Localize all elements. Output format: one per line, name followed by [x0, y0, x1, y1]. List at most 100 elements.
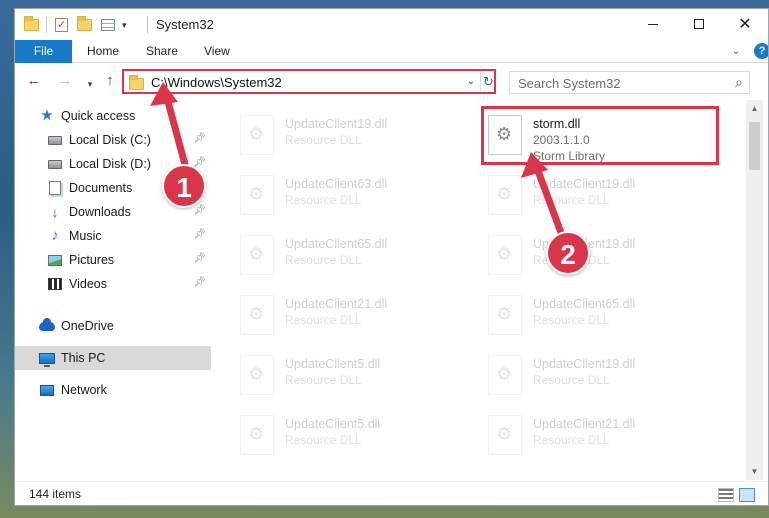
pin-icon: 📌︎ [193, 253, 206, 264]
pin-icon: 📌︎ [193, 277, 206, 288]
file-item[interactable]: UpdateClient19.dll Resource DLL [461, 168, 701, 224]
customize-toolbar-chevron-icon[interactable]: ▾ [122, 20, 127, 31]
pc-icon [39, 350, 55, 367]
file-type: Resource DLL [533, 433, 610, 447]
window-title: System32 [156, 17, 214, 32]
file-item[interactable]: UpdateClient63.dll Resource DLL [213, 168, 453, 224]
up-button[interactable]: ↑ [101, 73, 119, 89]
file-type: Resource DLL [533, 193, 610, 207]
sidebar-item-local-disk-c[interactable]: Local Disk (C:) 📌︎ [15, 128, 211, 152]
address-path[interactable]: C:\Windows\System32 [151, 75, 282, 90]
dll-file-icon [488, 175, 522, 215]
scroll-down-icon[interactable]: ▼ [746, 463, 763, 480]
documents-icon [47, 180, 63, 196]
tab-home[interactable]: Home [74, 40, 132, 63]
minimize-button[interactable] [630, 9, 676, 39]
dll-file-icon [240, 235, 274, 275]
refresh-icon[interactable]: ↻ [480, 72, 496, 91]
title-bar: ✓ ▾ System32 ✕ [15, 9, 768, 40]
file-name: UpdateClient19.dll [533, 177, 636, 191]
cloud-icon [39, 317, 55, 334]
dll-file-icon [488, 355, 522, 395]
sidebar-item-music[interactable]: ♪ Music 📌︎ [15, 224, 211, 248]
file-item[interactable]: UpdateClient5.dll Resource DLL [213, 348, 453, 404]
tiles-view-icon[interactable] [739, 488, 755, 502]
file-item[interactable]: UpdateClient65.dll Resource DLL [213, 228, 453, 284]
view-options-icon[interactable] [99, 17, 116, 33]
file-item[interactable]: UpdateClient65.dll Resource DLL [461, 288, 701, 344]
tab-share[interactable]: Share [133, 40, 191, 63]
expand-ribbon-chevron-icon[interactable]: ⌄ [730, 46, 742, 58]
minimize-icon [648, 23, 658, 25]
forward-button[interactable]: → [56, 73, 74, 89]
storm-dll-highlight-box [481, 106, 719, 165]
back-button[interactable]: ← [25, 73, 43, 89]
folder-icon [129, 75, 144, 90]
dll-file-icon [488, 295, 522, 335]
file-type: Resource DLL [285, 313, 362, 327]
scroll-thumb[interactable] [749, 122, 760, 170]
toolbar-divider [46, 17, 47, 33]
properties-check-icon[interactable]: ✓ [53, 17, 70, 33]
pin-icon: 📌︎ [193, 205, 206, 216]
search-input[interactable]: Search System32 ⌕ [509, 71, 750, 94]
help-icon[interactable]: ? [754, 43, 768, 59]
file-item[interactable]: UpdateClient5.dll Resource DLL [213, 408, 453, 464]
file-item[interactable]: UpdateClient19.dll Resource DLL [213, 108, 453, 164]
file-name: UpdateClient65.dll [533, 297, 636, 311]
sidebar-item-label: Network [61, 383, 107, 397]
sidebar-item-quick-access[interactable]: ★ Quick access [15, 104, 211, 128]
maximize-button[interactable] [676, 9, 722, 39]
sidebar-item-label: Local Disk (D:) [69, 157, 151, 171]
file-list: UpdateClient19.dll Resource DLL UpdateCl… [213, 100, 746, 480]
item-count: 144 items [29, 487, 82, 501]
file-name: UpdateClient19.dll [285, 117, 388, 131]
quick-access-toolbar: ✓ ▾ [23, 16, 133, 34]
sidebar-item-onedrive[interactable]: OneDrive [15, 314, 211, 338]
file-item[interactable]: UpdateClient21.dll Resource DLL [461, 408, 701, 464]
file-item[interactable]: UpdateClient21.dll Resource DLL [213, 288, 453, 344]
file-type: Resource DLL [285, 133, 362, 147]
sidebar-item-label: Downloads [69, 205, 131, 219]
pin-icon: 📌︎ [193, 133, 206, 144]
address-dropdown-chevron-icon[interactable]: ⌄ [464, 73, 478, 90]
file-name: UpdateClient65.dll [285, 237, 388, 251]
dll-file-icon [488, 235, 522, 275]
navigation-bar: ← → ▾ ↑ C:\Windows\System32 ⌄ ↻ Search S… [15, 64, 768, 99]
vertical-scrollbar[interactable]: ▲ ▼ [746, 100, 763, 480]
recent-locations-chevron-icon[interactable]: ▾ [81, 76, 99, 92]
file-type: Resource DLL [533, 373, 610, 387]
file-type: Resource DLL [533, 313, 610, 327]
network-icon [39, 382, 55, 398]
sidebar-item-videos[interactable]: Videos 📌︎ [15, 272, 211, 296]
file-type: Resource DLL [285, 253, 362, 267]
ribbon-tabs: File Home Share View ⌄ ? [15, 40, 768, 63]
search-placeholder: Search System32 [518, 76, 621, 91]
star-icon: ★ [40, 107, 54, 124]
sidebar-item-label: Music [69, 229, 102, 243]
file-name: UpdateClient21.dll [285, 297, 388, 311]
file-item[interactable]: UpdateClient19.dll Resource DLL [461, 348, 701, 404]
pictures-icon [47, 252, 63, 268]
file-type: Resource DLL [285, 193, 362, 207]
sidebar-item-network[interactable]: Network [15, 378, 211, 402]
pin-icon: 📌︎ [193, 229, 206, 240]
disk-icon [47, 156, 63, 172]
sidebar-item-this-pc[interactable]: This PC [15, 346, 211, 370]
navigation-pane: ★ Quick access Local Disk (C:) 📌︎ Local … [15, 100, 211, 480]
sidebar-item-pictures[interactable]: Pictures 📌︎ [15, 248, 211, 272]
file-type: Resource DLL [285, 373, 362, 387]
details-view-icon[interactable] [718, 488, 734, 502]
tab-file[interactable]: File [15, 40, 72, 63]
folder-icon[interactable] [23, 16, 40, 33]
sidebar-item-label: Local Disk (C:) [69, 133, 151, 147]
scroll-up-icon[interactable]: ▲ [746, 100, 763, 117]
close-button[interactable]: ✕ [722, 9, 768, 39]
address-bar[interactable]: C:\Windows\System32 ⌄ ↻ [122, 69, 496, 94]
dll-file-icon [240, 175, 274, 215]
new-folder-icon[interactable] [76, 16, 93, 33]
dll-file-icon [240, 355, 274, 395]
tab-view[interactable]: View [191, 40, 243, 63]
sidebar-item-label: Pictures [69, 253, 115, 267]
sidebar-item-label: Videos [69, 277, 107, 291]
